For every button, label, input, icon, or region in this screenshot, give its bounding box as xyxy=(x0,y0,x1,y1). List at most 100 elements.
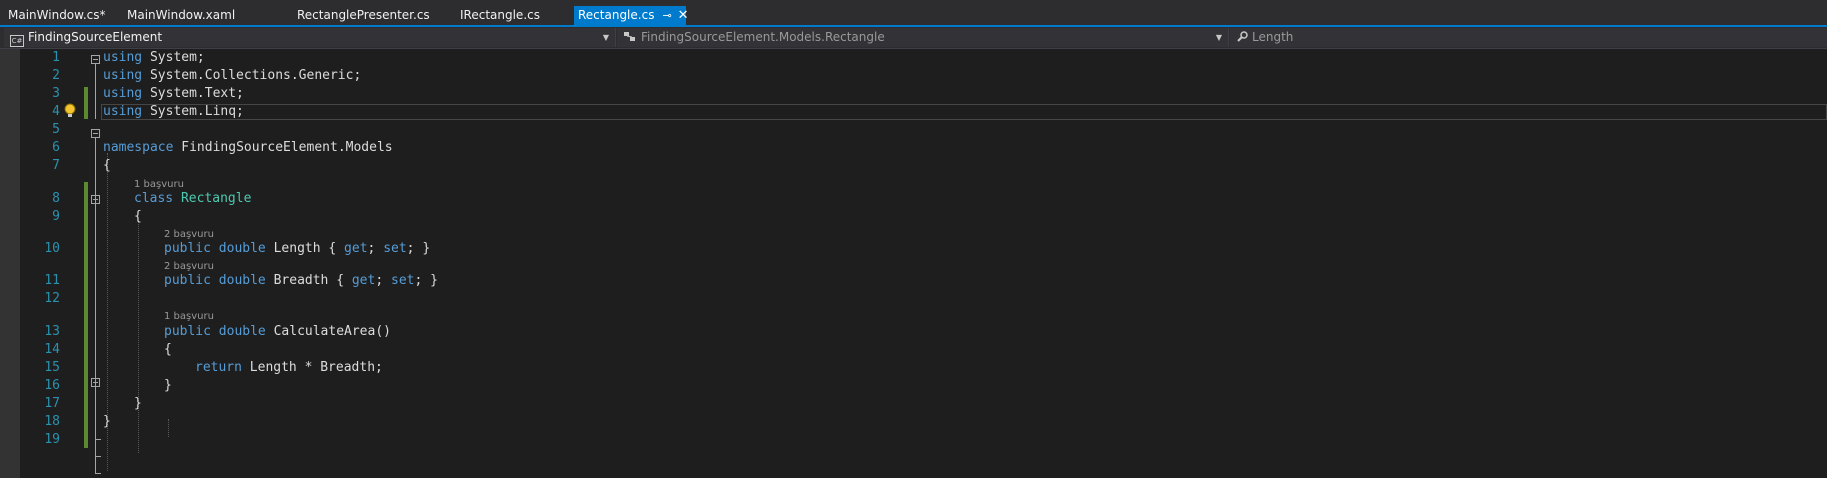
keyword: using xyxy=(103,104,143,119)
fold-end xyxy=(95,473,101,474)
keyword: set xyxy=(383,241,407,256)
code-line-5: 5 xyxy=(0,121,1827,139)
code-line-2: 2 using System.Collections.Generic; xyxy=(0,67,1827,85)
code-text: System.Linq; xyxy=(142,104,244,119)
keyword: public xyxy=(164,273,211,288)
line-number: 13 xyxy=(44,324,60,339)
line-number: 6 xyxy=(52,140,60,155)
code-text: } xyxy=(164,378,172,393)
code-line-6: 6 namespace FindingSourceElement.Models xyxy=(0,139,1827,157)
code-line-8: 8 class Rectangle xyxy=(0,190,1827,208)
line-number: 18 xyxy=(44,414,60,429)
code-text: FindingSourceElement.Models xyxy=(173,140,393,155)
line-number: 2 xyxy=(52,68,60,83)
type-name: FindingSourceElement.Models.Rectangle xyxy=(641,30,885,44)
type-name: Rectangle xyxy=(180,191,252,206)
line-number: 12 xyxy=(44,291,60,306)
line-number: 17 xyxy=(44,396,60,411)
code-line-7: 7 { xyxy=(0,157,1827,175)
code-line-12: 12 xyxy=(0,290,1827,308)
code-text: } xyxy=(103,414,111,429)
close-icon[interactable]: ✕ xyxy=(678,6,689,25)
code-text: Length { xyxy=(265,241,345,256)
tab-irectangle-cs[interactable]: IRectangle.cs xyxy=(456,6,544,25)
line-number: 5 xyxy=(52,122,60,137)
chevron-down-icon: ▼ xyxy=(602,33,609,42)
chevron-down-icon: ▼ xyxy=(1215,33,1222,42)
line-number: 8 xyxy=(52,191,60,206)
tab-label: Rectangle.cs xyxy=(578,8,655,22)
keyword: double xyxy=(218,324,266,339)
keyword: public xyxy=(164,241,211,256)
code-text: { xyxy=(134,209,142,224)
class-icon xyxy=(623,30,637,49)
code-line-14: 14 { xyxy=(0,341,1827,359)
project-dropdown[interactable]: C# FindingSourceElement ▼ xyxy=(4,28,616,47)
code-line-17: 17 } xyxy=(0,395,1827,413)
code-line-18: 18 } xyxy=(0,413,1827,431)
navigation-bar: C# FindingSourceElement ▼ FindingSourceEl… xyxy=(0,27,1827,49)
code-line-10: 10 public double Length { get; set; } xyxy=(0,240,1827,258)
codelens-references[interactable]: 1 başvuru xyxy=(164,311,214,323)
document-tab-strip: MainWindow.cs* MainWindow.xaml Rectangle… xyxy=(0,0,1827,25)
code-text: ; } xyxy=(406,241,431,256)
tab-label: IRectangle.cs xyxy=(460,8,540,22)
line-number: 14 xyxy=(44,342,60,357)
tab-rectangle-cs[interactable]: Rectangle.cs ⊸ ✕ xyxy=(574,6,689,25)
code-text: System; xyxy=(142,50,205,65)
code-text: System.Text; xyxy=(142,86,244,101)
code-line-15: 15 return Length * Breadth; xyxy=(0,359,1827,377)
code-line-16: 16 } xyxy=(0,377,1827,395)
keyword: using xyxy=(103,50,143,65)
tab-mainwindow-xaml[interactable]: MainWindow.xaml xyxy=(123,6,239,25)
line-number: 4 xyxy=(52,104,60,119)
keyword: using xyxy=(103,68,143,83)
line-number: 10 xyxy=(44,241,60,256)
tab-rectanglepresenter-cs[interactable]: RectanglePresenter.cs xyxy=(293,6,434,25)
code-text: { xyxy=(164,342,172,357)
keyword: double xyxy=(218,273,266,288)
code-text: ; xyxy=(367,241,384,256)
csharp-project-icon: C# xyxy=(10,35,24,47)
keyword: set xyxy=(391,273,415,288)
line-number: 16 xyxy=(44,378,60,393)
member-name: Length xyxy=(1252,30,1294,44)
code-text: Breadth { xyxy=(265,273,352,288)
keyword: using xyxy=(103,86,143,101)
keyword: public xyxy=(164,324,211,339)
code-editor[interactable]: 1 using System; 2 using System.Collectio… xyxy=(0,49,1827,478)
code-text: Length * Breadth; xyxy=(241,360,383,375)
keyword: namespace xyxy=(103,140,174,155)
code-text: System.Collections.Generic; xyxy=(142,68,362,83)
code-text: ; xyxy=(375,273,391,288)
line-number: 7 xyxy=(52,158,60,173)
pin-icon[interactable]: ⊸ xyxy=(662,6,671,25)
line-number: 11 xyxy=(44,273,60,288)
line-number: 9 xyxy=(52,209,60,224)
member-dropdown[interactable]: Length xyxy=(1230,28,1827,47)
code-line-4: 4 using System.Linq; xyxy=(0,103,1827,121)
wrench-icon xyxy=(1236,30,1248,49)
line-number: 3 xyxy=(52,86,60,101)
code-text: { xyxy=(103,158,111,173)
code-text: CalculateArea() xyxy=(265,324,391,339)
type-dropdown[interactable]: FindingSourceElement.Models.Rectangle ▼ xyxy=(617,28,1229,47)
tab-label: MainWindow.cs* xyxy=(8,8,106,22)
code-text: ; } xyxy=(414,273,438,288)
tab-label: RectanglePresenter.cs xyxy=(297,8,430,22)
code-line-9: 9 { xyxy=(0,208,1827,226)
fold-end xyxy=(95,456,101,457)
keyword: double xyxy=(218,241,266,256)
line-number: 1 xyxy=(52,50,60,65)
tab-mainwindow-cs[interactable]: MainWindow.cs* xyxy=(4,6,110,25)
keyword: get xyxy=(344,241,368,256)
keyword: class xyxy=(134,191,174,206)
code-line-11: 11 public double Breadth { get; set; } xyxy=(0,272,1827,290)
code-line-1: 1 using System; xyxy=(0,49,1827,67)
keyword: return xyxy=(195,360,242,375)
keyword: get xyxy=(351,273,376,288)
tab-label: MainWindow.xaml xyxy=(127,8,236,22)
code-line-13: 13 public double CalculateArea() xyxy=(0,323,1827,341)
code-text: } xyxy=(134,396,142,411)
code-line-3: 3 using System.Text; xyxy=(0,85,1827,103)
